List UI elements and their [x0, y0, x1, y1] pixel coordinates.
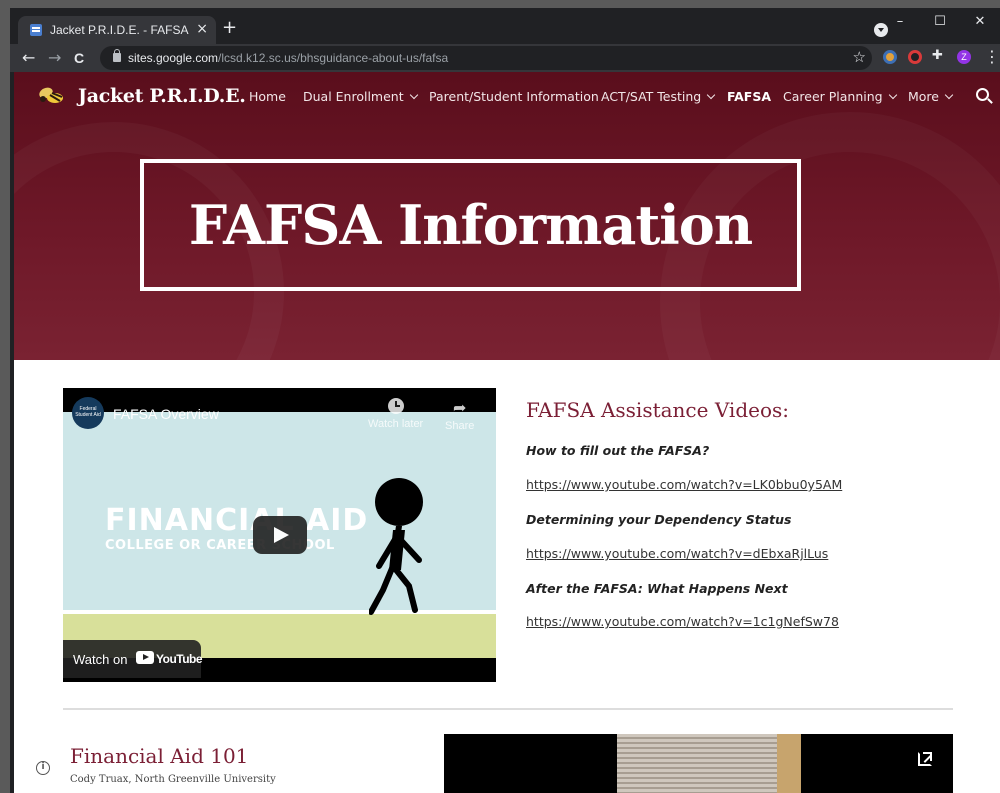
channel-avatar[interactable]: Federal Student Aid	[72, 397, 104, 429]
site-title[interactable]: Jacket P.R.I.D.E.	[78, 85, 246, 107]
extension-icon[interactable]	[908, 50, 922, 64]
chevron-down-icon	[888, 90, 897, 100]
google-sites-icon	[30, 24, 42, 36]
chevron-down-icon	[706, 90, 716, 100]
nav-item-fafsa[interactable]: FAFSA	[727, 89, 771, 104]
page-content: Jacket P.R.I.D.E. Home Dual Enrollment P…	[14, 72, 1000, 793]
browser-toolbar: ← → C sites.google.com/lcsd.k12.sc.us/bh…	[10, 44, 1000, 72]
minimize-button[interactable]: –	[880, 8, 920, 38]
close-window-button[interactable]: ✕	[960, 8, 1000, 38]
tab-strip: Jacket P.R.I.D.E. - FAFSA × + – ☐ ✕	[10, 8, 1000, 44]
extension-icon[interactable]	[883, 50, 897, 64]
assistance-link[interactable]: https://www.youtube.com/watch?v=LK0bbu0y…	[526, 477, 842, 492]
maximize-button[interactable]: ☐	[920, 8, 960, 38]
url-path: /lcsd.k12.sc.us/bhsguidance-about-us/faf…	[218, 51, 449, 65]
nav-label: Parent/Student Information	[429, 89, 599, 104]
walking-figure-icon	[369, 526, 422, 615]
youtube-wordmark: YouTube	[156, 652, 203, 666]
youtube-embed-fafsa-overview[interactable]: FINANCIAL AID COLLEGE OR CAREER SCHOOL F…	[63, 388, 496, 682]
assistance-question: How to fill out the FAFSA?	[526, 443, 710, 458]
nav-label: Dual Enrollment	[303, 89, 404, 104]
assistance-question: Determining your Dependency Status	[526, 512, 792, 527]
page-title: FAFSA Information	[188, 193, 753, 257]
video-window-blinds	[617, 734, 777, 793]
reload-icon[interactable]: C	[74, 48, 84, 68]
site-navigation: Jacket P.R.I.D.E. Home Dual Enrollment P…	[14, 72, 1000, 120]
nav-label: FAFSA	[727, 89, 771, 104]
nav-label: Home	[249, 89, 286, 104]
nav-item-more[interactable]: More	[908, 89, 954, 104]
watch-on-youtube-button[interactable]: Watch on YouTube	[63, 640, 203, 678]
search-icon[interactable]	[976, 88, 989, 101]
address-bar[interactable]: sites.google.com/lcsd.k12.sc.us/bhsguida…	[100, 46, 872, 70]
nav-item-parent-student-information[interactable]: Parent/Student Information	[429, 89, 599, 104]
video-window-frame	[777, 734, 801, 793]
bookmark-star-icon[interactable]: ☆	[853, 48, 866, 66]
nav-item-home[interactable]: Home	[249, 89, 286, 104]
assistance-question: After the FAFSA: What Happens Next	[526, 581, 788, 596]
window-controls: – ☐ ✕	[880, 8, 1000, 38]
section-divider	[63, 708, 953, 710]
nav-label: ACT/SAT Testing	[601, 89, 702, 104]
financial-aid-byline: Cody Truax, North Greenville University	[70, 774, 276, 785]
new-tab-button[interactable]: +	[222, 19, 237, 37]
page-title-box: FAFSA Information	[140, 159, 801, 291]
nav-item-act-sat-testing[interactable]: ACT/SAT Testing	[601, 89, 716, 104]
extensions-puzzle-icon[interactable]: ✚	[932, 48, 943, 63]
browser-menu-icon[interactable]: ⋮	[984, 48, 1000, 66]
chevron-down-icon	[409, 90, 418, 100]
back-arrow-icon[interactable]: ←	[22, 48, 35, 68]
embedded-video-financial-aid[interactable]	[444, 734, 953, 793]
financial-aid-heading: Financial Aid 101	[70, 744, 249, 768]
watch-later-label: Watch later	[368, 418, 424, 430]
play-button[interactable]	[253, 516, 307, 554]
watch-on-label: Watch on	[73, 652, 128, 667]
nav-label: More	[908, 89, 939, 104]
video-caption: FINANCIAL AID	[105, 503, 369, 538]
profile-avatar[interactable]: Z	[957, 50, 971, 64]
hero-banner: Jacket P.R.I.D.E. Home Dual Enrollment P…	[14, 72, 1000, 360]
url-host: sites.google.com	[128, 51, 219, 65]
tab-close-icon[interactable]: ×	[196, 21, 208, 37]
watch-later-button[interactable]: Watch later	[368, 398, 423, 430]
yellow-jacket-logo-icon[interactable]	[36, 84, 64, 108]
nav-item-dual-enrollment[interactable]: Dual Enrollment	[303, 89, 418, 104]
nav-item-career-planning[interactable]: Career Planning	[783, 89, 897, 104]
nav-label: Career Planning	[783, 89, 883, 104]
share-label: Share	[445, 420, 475, 432]
video-title[interactable]: FAFSA Overview	[113, 406, 219, 422]
url-text[interactable]: sites.google.com/lcsd.k12.sc.us/bhsguida…	[128, 51, 448, 65]
browser-window: Jacket P.R.I.D.E. - FAFSA × + – ☐ ✕ ← → …	[10, 8, 1000, 793]
browser-tab-active[interactable]: Jacket P.R.I.D.E. - FAFSA ×	[18, 16, 216, 44]
open-in-new-icon[interactable]	[918, 752, 932, 766]
tab-title: Jacket P.R.I.D.E. - FAFSA	[50, 23, 189, 37]
assistance-link[interactable]: https://www.youtube.com/watch?v=dEbxaRjl…	[526, 546, 828, 561]
info-icon[interactable]: i	[36, 761, 50, 775]
assistance-heading: FAFSA Assistance Videos:	[526, 398, 789, 422]
forward-arrow-icon[interactable]: →	[48, 48, 61, 68]
walking-figure-head	[375, 478, 423, 526]
share-button[interactable]: ➦ Share	[445, 398, 474, 432]
chevron-down-icon	[944, 90, 954, 100]
lock-icon[interactable]	[113, 49, 121, 62]
assistance-link[interactable]: https://www.youtube.com/watch?v=1c1gNefS…	[526, 614, 839, 629]
share-arrow-icon: ➦	[452, 400, 467, 417]
youtube-logo-icon	[136, 651, 154, 664]
clock-icon	[387, 398, 404, 414]
